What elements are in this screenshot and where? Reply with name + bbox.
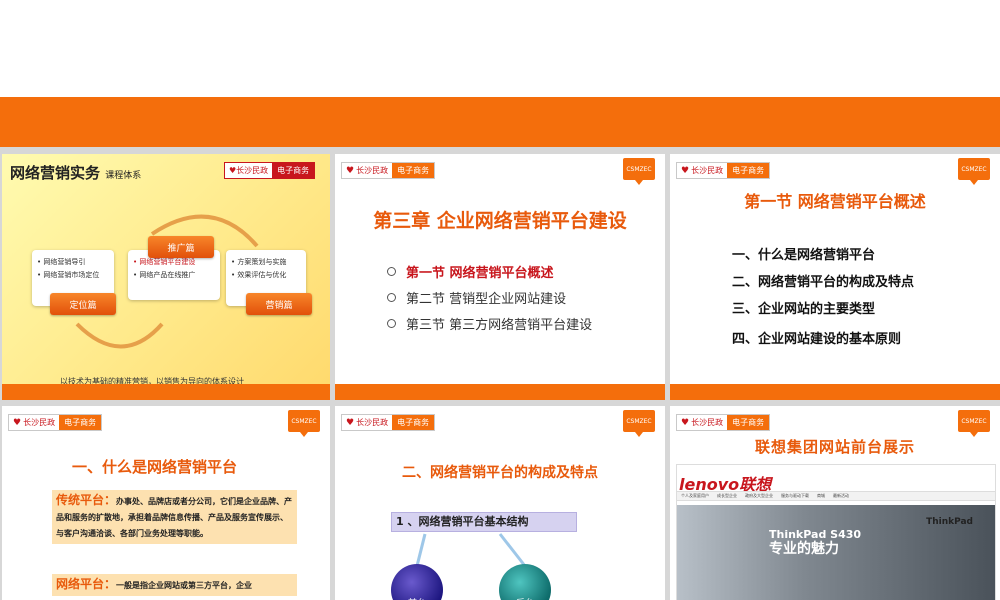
list-item: 网络营销市场定位 bbox=[43, 271, 100, 279]
brand-badge: ♥长沙民政 电子商务 bbox=[341, 162, 436, 179]
slide-thumbnail-3[interactable]: ♥ 长沙民政 电子商务 CSMZEC 第一节 网络营销平台概述 一、什么是网络营销… bbox=[670, 154, 1000, 400]
bullet-circle-icon bbox=[387, 292, 396, 302]
slide-thumbnail-1[interactable]: 网络营销实务 课程体系 ♥长沙民政 电子商务 • 网络营销导引 • 网络营销市场… bbox=[2, 154, 330, 400]
slide-footer-bar bbox=[670, 384, 1000, 400]
top-margin bbox=[0, 0, 1000, 97]
section-title: 第一节 网络营销平台概述 bbox=[744, 192, 926, 211]
slide-thumbnail-5[interactable]: ♥ 长沙民政 电子商务 CSMZEC 二、网络营销平台的构成及特点 1 、网络营销… bbox=[335, 406, 665, 600]
nav-item: 个人及家庭用户 bbox=[681, 493, 709, 498]
brand-org: 长沙民政 bbox=[691, 166, 724, 175]
online-platform-box: 网络平台：一般是指企业网站或第三方平台，企业 bbox=[52, 574, 297, 596]
list-item: 网络营销平台建设 bbox=[139, 258, 196, 266]
section-item: 第二节 营销型企业网站建设 bbox=[387, 284, 592, 310]
brand-badge: ♥长沙民政 电子商务 bbox=[676, 162, 771, 179]
box-lead: 网络平台： bbox=[56, 577, 117, 591]
nav-item: 商城 bbox=[817, 493, 825, 498]
nav-item: 服务与驱动下载 bbox=[781, 493, 809, 498]
brand-org: 长沙民政 bbox=[356, 166, 389, 175]
topic-item: 一、什么是网络营销平台 bbox=[732, 248, 876, 263]
csmzec-badge: CSMZEC bbox=[288, 410, 320, 437]
nav-item: 政府及大型企业 bbox=[745, 493, 773, 498]
hero-slogan: 专业的魅力 bbox=[769, 541, 839, 557]
brand-ec: 电子商务 bbox=[727, 163, 770, 178]
list-item: 网络产品在线推广 bbox=[139, 271, 196, 279]
connector-lines bbox=[415, 533, 527, 567]
heart-icon: ♥ bbox=[681, 417, 690, 428]
bullet-circle-icon bbox=[387, 266, 396, 276]
heart-icon: ♥ bbox=[346, 165, 355, 176]
brand-org: 长沙民政 bbox=[23, 418, 56, 427]
slide-footer-bar bbox=[2, 384, 330, 400]
box-lead: 传统平台： bbox=[56, 493, 117, 507]
slide-heading: 一、什么是网络营销平台 bbox=[72, 458, 238, 476]
topic-item: 四、企业网站建设的基本原则 bbox=[732, 332, 902, 347]
section-item: 第三节 第三方网络营销平台建设 bbox=[387, 310, 592, 336]
section-label: 第三节 第三方网络营销平台建设 bbox=[406, 317, 593, 333]
list-item: 效果评估与优化 bbox=[237, 271, 287, 279]
csmzec-badge: CSMZEC bbox=[958, 158, 990, 185]
section-list: 第一节 网络营销平台概述 第二节 营销型企业网站建设 第三节 第三方网络营销平台… bbox=[387, 258, 592, 336]
slide-thumbnail-4[interactable]: ♥ 长沙民政 电子商务 CSMZEC 一、什么是网络营销平台 传统平台：办事处、品… bbox=[2, 406, 330, 600]
csmzec-badge: CSMZEC bbox=[623, 158, 655, 185]
heart-icon: ♥ bbox=[13, 417, 22, 428]
slide-footer-bar bbox=[335, 384, 665, 400]
section-label: 第二节 营销型企业网站建设 bbox=[406, 291, 567, 307]
box-text: 一般是指企业网站或第三方平台，企业 bbox=[116, 581, 253, 590]
pill-marketing: 营销篇 bbox=[246, 293, 312, 315]
pill-promotion: 推广篇 bbox=[148, 236, 214, 258]
section-item: 第一节 网络营销平台概述 bbox=[387, 258, 592, 284]
nav-item: 成长型企业 bbox=[717, 493, 737, 498]
slide-thumbnail-6[interactable]: ♥ 长沙民政 电子商务 CSMZEC 联想集团网站前台展示 lenovo联想 个人… bbox=[670, 406, 1000, 600]
nav-item: 最新活动 bbox=[833, 493, 849, 498]
hero-text: ThinkPad S430 专业的魅力 bbox=[769, 527, 861, 557]
header-band bbox=[0, 97, 1000, 147]
topic-item: 二、网络营销平台的构成及特点 bbox=[732, 275, 915, 290]
section-label: 第一节 网络营销平台概述 bbox=[406, 265, 554, 281]
hero-product: ThinkPad S430 bbox=[769, 528, 862, 541]
brand-badge: ♥长沙民政 电子商务 bbox=[676, 414, 771, 431]
brand-ec: 电子商务 bbox=[59, 415, 102, 430]
bullet-circle-icon bbox=[387, 318, 396, 328]
list-item: 方案策划与实施 bbox=[237, 258, 287, 266]
list-item: 网络营销导引 bbox=[43, 258, 86, 266]
slide-heading: 联想集团网站前台展示 bbox=[754, 438, 915, 456]
traditional-platform-box: 传统平台：办事处、品牌店或者分公司，它们是企业品牌、产品和服务的扩散地，承担着品… bbox=[52, 490, 297, 544]
heart-icon: ♥ bbox=[681, 165, 690, 176]
brand-org: 长沙民政 bbox=[691, 418, 724, 427]
brand-ec: 电子商务 bbox=[392, 163, 435, 178]
thinkpad-mark: ThinkPad bbox=[926, 517, 973, 527]
pill-positioning: 定位篇 bbox=[50, 293, 116, 315]
brand-ec: 电子商务 bbox=[727, 415, 770, 430]
topic-list: 一、什么是网络营销平台 二、网络营销平台的构成及特点 三、企业网站的主要类型 四… bbox=[732, 246, 914, 357]
csmzec-badge: CSMZEC bbox=[958, 410, 990, 437]
lenovo-website-screenshot: lenovo联想 个人及家庭用户 成长型企业 政府及大型企业 服务与驱动下载 商… bbox=[676, 464, 996, 600]
slide-thumbnail-2[interactable]: ♥ 长沙民政 电子商务 CSMZEC 第三章 企业网络营销平台建设 第一节 网络营… bbox=[335, 154, 665, 400]
brand-badge: ♥长沙民政 电子商务 bbox=[8, 414, 103, 431]
lenovo-nav: 个人及家庭用户 成长型企业 政府及大型企业 服务与驱动下载 商城 最新活动 bbox=[677, 491, 995, 501]
chapter-title: 第三章 企业网络营销平台建设 bbox=[373, 210, 627, 232]
topic-item: 三、企业网站的主要类型 bbox=[732, 302, 876, 317]
